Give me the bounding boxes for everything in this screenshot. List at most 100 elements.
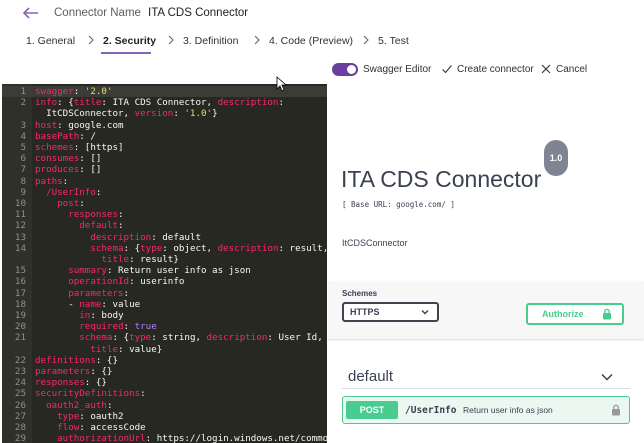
schemes-select-value: HTTPS (350, 307, 380, 317)
chevron-right-icon (168, 35, 174, 45)
code-text: schema: {type: object, description: resu… (90, 242, 327, 254)
line-number: 22 (14, 354, 26, 366)
code-line[interactable]: 26 oauth2_auth: (2, 400, 327, 411)
connector-header: Connector Name ITA CDS Connector (0, 0, 644, 28)
connector-name-label: Connector Name (54, 7, 141, 19)
code-line[interactable]: 23 parameters: {} (2, 366, 327, 377)
code-text: default: (79, 220, 124, 232)
code-line[interactable]: title: result} (2, 254, 327, 265)
line-number: 25 (14, 388, 26, 400)
code-line[interactable]: 6 consumes: [] (2, 153, 327, 164)
back-arrow-icon[interactable] (20, 4, 40, 22)
swagger-editor-label[interactable]: Swagger Editor (363, 64, 431, 75)
code-line[interactable]: 25 securityDefinitions: (2, 388, 327, 399)
code-text: paths: (35, 175, 69, 187)
line-number: 17 (14, 287, 26, 299)
operation-path: /UserInfo (405, 405, 457, 416)
version-badge: 1.0 (544, 140, 568, 176)
code-text: authorizationUrl: https://login.windows.… (57, 433, 327, 443)
line-number: 3 (20, 119, 26, 131)
code-line[interactable]: 11 responses: (2, 209, 327, 220)
code-line[interactable]: 17 parameters: (2, 288, 327, 299)
code-line[interactable]: 24 responses: {} (2, 377, 327, 388)
code-line[interactable]: 20 required: true (2, 321, 327, 332)
step-definition[interactable]: 3. Definition (183, 35, 238, 47)
code-line[interactable]: 13 description: default (2, 232, 327, 243)
schemes-bar: Schemes HTTPS Authorize (328, 281, 644, 339)
code-text: host: google.com (35, 119, 124, 131)
line-number: 10 (14, 198, 26, 209)
code-line[interactable]: 10 post: (2, 198, 327, 209)
step-test[interactable]: 5. Test (378, 35, 409, 47)
code-line[interactable]: 7 produces: [] (2, 164, 327, 175)
api-info-section: 1.0 ITA CDS Connector [ Base URL: google… (328, 84, 644, 281)
line-number: 1 (20, 86, 26, 97)
operation-post-userinfo[interactable]: POST /UserInfo Return user info as json (342, 396, 630, 424)
schemes-label: Schemes (342, 289, 378, 298)
code-line[interactable]: 8 paths: (2, 176, 327, 187)
code-text: oauth2_auth: (46, 399, 113, 411)
close-icon[interactable] (540, 63, 552, 75)
code-line[interactable]: 22 definitions: {} (2, 355, 327, 366)
code-line[interactable]: ItCDSConnector, version: '1.0'} (2, 108, 327, 119)
code-text: swagger: '2.0' (35, 86, 113, 97)
code-line[interactable]: 2 info: {title: ITA CDS Connector, descri… (2, 97, 327, 108)
connector-name-value[interactable]: ITA CDS Connector (148, 7, 248, 19)
code-line[interactable]: 12 default: (2, 220, 327, 231)
tag-section-default[interactable]: default (348, 368, 393, 385)
swagger-code-editor[interactable]: 1 swagger: '2.0' 2 info: {title: ITA CDS Co… (2, 84, 327, 443)
step-code-preview[interactable]: 4. Code (Preview) (269, 35, 353, 47)
code-text: - name: value (35, 298, 141, 310)
line-number: 6 (20, 153, 26, 165)
code-line[interactable]: 14 schema: {type: object, description: r… (2, 243, 327, 254)
line-number: 9 (20, 186, 26, 198)
swagger-editor-toggle[interactable] (332, 63, 358, 76)
code-line[interactable]: 5 schemes: [https] (2, 142, 327, 153)
schemes-select[interactable]: HTTPS (342, 302, 439, 322)
code-line[interactable]: 3 host: google.com (2, 120, 327, 131)
step-general[interactable]: 1. General (26, 35, 75, 47)
code-line[interactable]: 9 /UserInfo: (2, 187, 327, 198)
chevron-down-icon[interactable] (600, 372, 614, 382)
code-line[interactable]: title: value} (2, 344, 327, 355)
code-line[interactable]: 16 operationId: userinfo (2, 276, 327, 287)
create-connector-button[interactable]: Create connector (457, 64, 534, 75)
line-number: 27 (14, 410, 26, 422)
line-number: 2 (20, 97, 26, 109)
code-line[interactable]: 18 - name: value (2, 299, 327, 310)
code-text: title: value} (90, 343, 163, 355)
chevron-right-icon (88, 35, 94, 45)
code-line[interactable]: 15 summary: Return user info as json (2, 265, 327, 276)
lock-icon[interactable] (611, 404, 621, 416)
code-text: responses: (68, 209, 124, 221)
line-number: 28 (14, 422, 26, 433)
code-text: summary: Return user info as json (68, 265, 251, 277)
line-number: 19 (14, 310, 26, 321)
mouse-cursor-icon (276, 76, 286, 92)
code-text: info: {title: ITA CDS Connector, descrip… (35, 97, 284, 109)
code-line[interactable]: 28 flow: accessCode (2, 422, 327, 433)
authorize-button[interactable]: Authorize (526, 303, 624, 325)
base-url: [ Base URL: google.com/ ] (342, 200, 455, 209)
wizard-steps: 1. General 2. Security 3. Definition 4. … (0, 28, 644, 56)
code-line[interactable]: 21 schema: {type: string, description: U… (2, 332, 327, 343)
code-line[interactable]: 4 basePath: / (2, 131, 327, 142)
step-security[interactable]: 2. Security (103, 35, 156, 47)
code-line[interactable]: 29 authorizationUrl: https://login.windo… (2, 433, 327, 443)
code-text: operationId: userinfo (68, 276, 185, 288)
checkmark-icon[interactable] (441, 63, 453, 75)
active-step-indicator (101, 52, 151, 54)
code-text: schema: {type: string, description: User… (79, 332, 323, 344)
authorize-label: Authorize (542, 309, 584, 319)
code-text: parameters: {} (35, 366, 113, 377)
cancel-button[interactable]: Cancel (556, 64, 587, 75)
chevron-down-icon (421, 310, 429, 315)
code-text: post: (57, 198, 85, 209)
code-text: type: oauth2 (57, 410, 124, 422)
line-number: 15 (14, 265, 26, 277)
code-text: definitions: {} (35, 354, 118, 366)
code-line[interactable]: 27 type: oauth2 (2, 411, 327, 422)
chevron-right-icon (254, 35, 260, 45)
code-line[interactable]: 19 in: body (2, 310, 327, 321)
line-number: 18 (14, 298, 26, 310)
